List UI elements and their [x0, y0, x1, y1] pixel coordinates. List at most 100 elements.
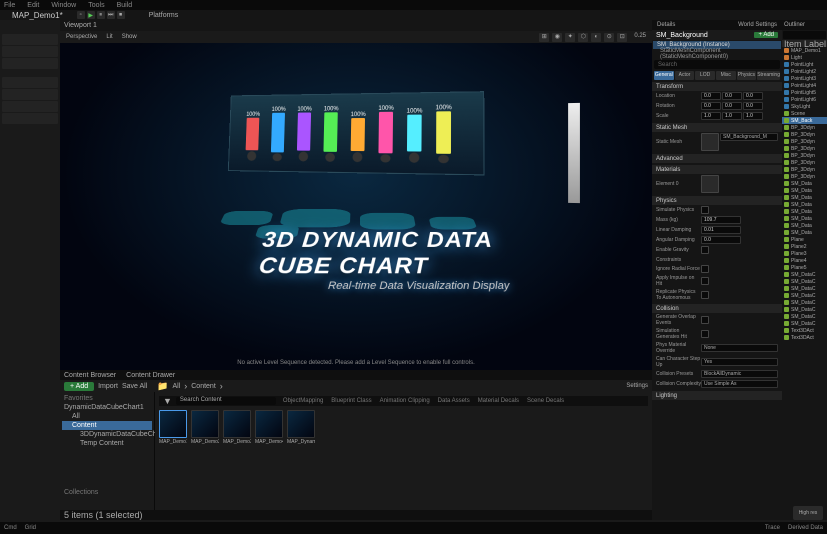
cb-add-button[interactable]: + Add	[64, 382, 94, 391]
section-lighting[interactable]: Lighting	[652, 391, 782, 400]
outliner-item[interactable]: BP_3Ddyn	[782, 138, 827, 145]
detail-filter[interactable]: Physics	[737, 71, 757, 80]
save-icon[interactable]: ▫	[77, 11, 85, 19]
vp-tool-5[interactable]: ◐	[591, 33, 601, 42]
filter-chip[interactable]: Scene Decals	[524, 398, 567, 404]
scale-z[interactable]: 1.0	[743, 112, 763, 120]
scale-y[interactable]: 1.0	[722, 112, 742, 120]
mode-anim[interactable]	[2, 113, 58, 124]
outliner-item[interactable]: Plane4	[782, 257, 827, 264]
step-button[interactable]: ⏭	[107, 11, 115, 19]
status-derived[interactable]: Derived Data	[788, 525, 823, 531]
outliner-item[interactable]: Text3DAct	[782, 334, 827, 341]
viewport-show[interactable]: Show	[122, 34, 137, 40]
detail-filter[interactable]: LOD	[695, 71, 715, 80]
project-tab[interactable]: MAP_Demo1*	[6, 11, 69, 20]
tab-world-settings[interactable]: World Settings	[735, 22, 780, 28]
phys-combo[interactable]: None	[701, 344, 778, 352]
section-transform[interactable]: Transform	[652, 82, 782, 91]
outliner-item[interactable]: PointLight	[782, 61, 827, 68]
vp-tool-2[interactable]: ◉	[552, 33, 562, 42]
viewport-3d[interactable]: 100%100%100%100%100%100%100%100% 3D DYNA…	[60, 43, 652, 370]
outliner-item[interactable]: SM_Data	[782, 215, 827, 222]
rot-x[interactable]: 0.0	[701, 102, 721, 110]
section-physics[interactable]: Physics	[652, 196, 782, 205]
adamp-input[interactable]: 0.0	[701, 236, 741, 244]
sim-checkbox[interactable]	[701, 206, 709, 214]
preset-combo[interactable]: BlockAllDynamic	[701, 370, 778, 378]
mode-landscape[interactable]	[2, 46, 58, 57]
tab-details[interactable]: Details	[654, 22, 678, 28]
outliner-item[interactable]: BP_3Ddyn	[782, 131, 827, 138]
outliner-item[interactable]: SM_Data	[782, 194, 827, 201]
outliner-item[interactable]: Plane	[782, 236, 827, 243]
colgrp-combo[interactable]: Use Simple As	[701, 380, 778, 388]
outliner-tab[interactable]: Outliner	[784, 22, 805, 28]
outliner-item[interactable]: MAP_Demo1	[782, 47, 827, 54]
outliner-item[interactable]: BP_3Ddyn	[782, 152, 827, 159]
outliner-item[interactable]: BP_3Ddyn	[782, 166, 827, 173]
outliner-item[interactable]: BP_3Ddyn	[782, 124, 827, 131]
outliner-item[interactable]: Plane3	[782, 250, 827, 257]
vp-tool-3[interactable]: ✦	[565, 33, 575, 42]
cb-import[interactable]: Import	[98, 383, 118, 390]
filter-chip[interactable]: Blueprint Class	[328, 398, 374, 404]
simgen-checkbox[interactable]	[701, 330, 709, 338]
viewport-tab[interactable]: Viewport 1	[64, 22, 97, 29]
menu-file[interactable]: File	[4, 2, 15, 9]
sm-asset[interactable]: SM_Background_M	[720, 133, 778, 141]
outliner-item[interactable]: Plane5	[782, 264, 827, 271]
play-button[interactable]: ▶	[87, 11, 95, 19]
mode-brush[interactable]	[2, 101, 58, 112]
asset-item[interactable]: MAP_Dynamic	[287, 410, 315, 445]
perf-badge[interactable]: High res	[793, 506, 823, 520]
sm-thumbnail[interactable]	[701, 133, 719, 151]
cb-path-all[interactable]: All	[172, 383, 180, 390]
details-search[interactable]: Search	[654, 60, 780, 69]
detail-filter[interactable]: General	[654, 71, 674, 80]
mode-mesh[interactable]	[2, 77, 58, 88]
section-staticmesh[interactable]: Static Mesh	[652, 123, 782, 132]
cb-search-input[interactable]: Search Content	[176, 397, 276, 405]
loc-y[interactable]: 0.0	[722, 92, 742, 100]
outliner-item[interactable]: PointLight5	[782, 89, 827, 96]
cb-drawer-tab[interactable]: Content Drawer	[126, 372, 175, 379]
rot-z[interactable]: 0.0	[743, 102, 763, 110]
detail-filter[interactable]: Streaming	[757, 71, 780, 80]
mode-foliage[interactable]	[2, 58, 58, 69]
platforms-dropdown[interactable]: Platforms	[149, 12, 179, 19]
detail-filter[interactable]: Misc	[716, 71, 736, 80]
cb-save[interactable]: Save All	[122, 383, 147, 390]
tree-item[interactable]: 3DDynamicDataCubeChart	[62, 430, 152, 439]
scale-x[interactable]: 1.0	[701, 112, 721, 120]
outliner-item[interactable]: SM_Data	[782, 222, 827, 229]
tree-item[interactable]: DynamicDataCubeChart1	[62, 403, 152, 412]
status-grid[interactable]: Grid	[25, 525, 36, 531]
viewport-shading[interactable]: Lit	[106, 34, 112, 40]
section-advanced[interactable]: Advanced	[652, 154, 782, 163]
asset-item[interactable]: MAP_Demo4	[255, 410, 283, 445]
cb-favorites[interactable]: Favorites	[62, 394, 152, 403]
apply-checkbox[interactable]	[701, 277, 709, 285]
outliner-item[interactable]: SM_DataC	[782, 271, 827, 278]
cb-path-content[interactable]: Content	[191, 383, 216, 390]
asset-item[interactable]: MAP_Demo1	[159, 410, 187, 445]
rot-y[interactable]: 0.0	[722, 102, 742, 110]
loc-x[interactable]: 0.0	[701, 92, 721, 100]
tree-item[interactable]: Content	[62, 421, 152, 430]
outliner-item[interactable]: SM_Data	[782, 208, 827, 215]
outliner-item[interactable]: SM_DataC	[782, 299, 827, 306]
vp-tool-6[interactable]: ⊙	[604, 33, 614, 42]
tree-item[interactable]: All	[62, 412, 152, 421]
mode-fracture[interactable]	[2, 89, 58, 100]
outliner-item[interactable]: SM_DataC	[782, 278, 827, 285]
outliner-item[interactable]: PointLight2	[782, 68, 827, 75]
outliner-item[interactable]: SM_Data	[782, 201, 827, 208]
outliner-item[interactable]: SM_Data	[782, 180, 827, 187]
gen-checkbox[interactable]	[701, 316, 709, 324]
asset-item[interactable]: MAP_Demo3	[223, 410, 251, 445]
status-cmd[interactable]: Cmd	[4, 525, 17, 531]
outliner-item[interactable]: Light	[782, 54, 827, 61]
camera-speed[interactable]: 0.25	[634, 33, 646, 42]
add-component-button[interactable]: + Add	[754, 32, 778, 38]
